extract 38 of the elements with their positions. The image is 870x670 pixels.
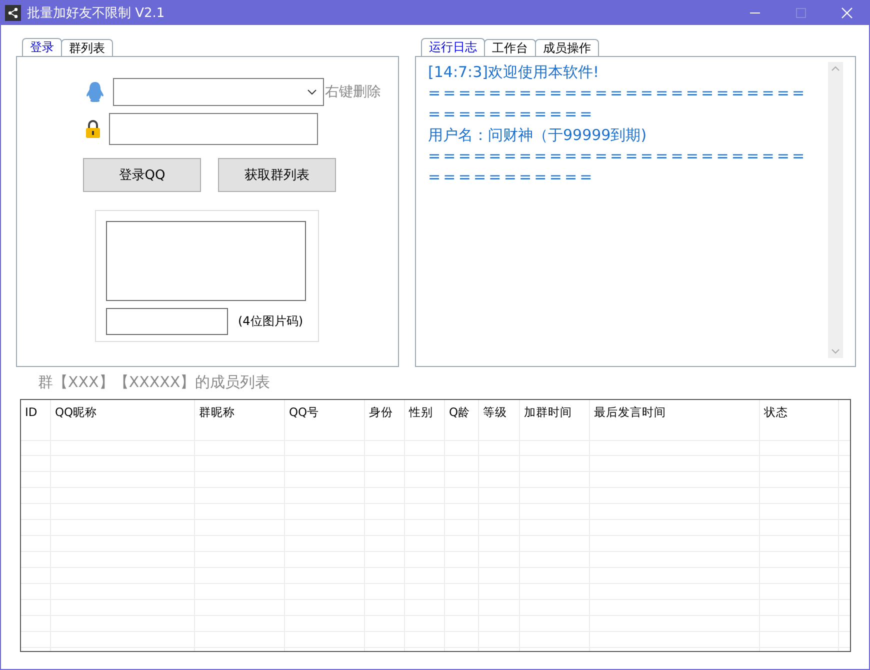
log-line: [14:7:3]欢迎使用本软件!: [428, 62, 600, 83]
member-list-title: 群【XXX】【XXXXX】的成员列表: [37, 372, 272, 393]
captcha-field[interactable]: [106, 308, 228, 335]
column-header[interactable]: 群昵称: [195, 400, 285, 440]
action-button[interactable]: 获取群列表: [218, 158, 336, 192]
column-header[interactable]: 性别: [405, 400, 445, 440]
penguin-icon: [85, 81, 105, 103]
log-line: ====================================: [428, 146, 808, 188]
captcha-hint: (4位图片码): [238, 313, 303, 330]
chevron-down-icon: [307, 89, 317, 95]
column-header[interactable]: ID: [21, 400, 51, 440]
account-dropdown[interactable]: [113, 78, 324, 106]
tab[interactable]: 登录: [22, 38, 62, 56]
column-header[interactable]: 最后发言时间: [590, 400, 760, 440]
column-header[interactable]: 身份: [365, 400, 405, 440]
tab[interactable]: 成员操作: [535, 39, 599, 56]
password-field[interactable]: [109, 113, 318, 145]
chevron-down-icon: [831, 349, 840, 354]
log-line: 用户名：问财神（于99999到期): [428, 125, 648, 146]
column-header[interactable]: QQ号: [285, 400, 365, 440]
maximize-icon: [796, 8, 806, 18]
share-icon: [5, 5, 21, 21]
column-header[interactable]: QQ昵称: [51, 400, 195, 440]
tab[interactable]: 工作台: [484, 39, 536, 56]
log-line: ====================================: [428, 83, 808, 125]
hint-label: 右键删除: [325, 83, 381, 101]
column-header[interactable]: 加群时间: [520, 400, 590, 440]
column-header[interactable]: 状态: [760, 400, 839, 440]
window-title: 批量加好友不限制 V2.1: [27, 5, 166, 22]
column-header[interactable]: 等级: [479, 400, 520, 440]
tab[interactable]: 运行日志: [421, 38, 485, 56]
action-button[interactable]: 登录QQ: [83, 158, 201, 192]
lock-icon: [85, 119, 101, 139]
column-header[interactable]: Q龄: [445, 400, 479, 440]
close-icon: [841, 7, 853, 19]
scrollbar[interactable]: [828, 62, 843, 358]
chevron-up-icon: [831, 66, 840, 71]
tab[interactable]: 群列表: [61, 39, 113, 56]
